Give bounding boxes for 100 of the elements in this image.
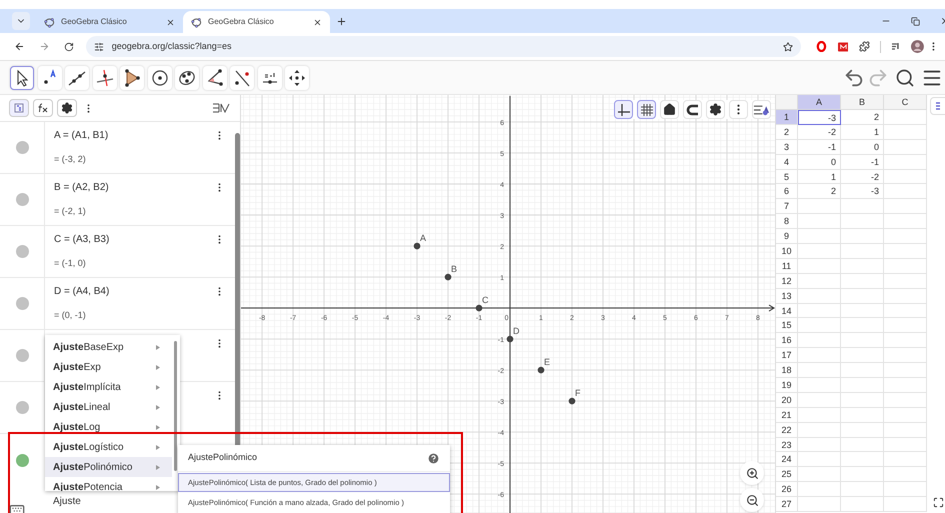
- url-text: geogebra.org/classic?lang=es: [112, 40, 233, 53]
- search-icon[interactable]: [895, 68, 915, 88]
- table-cell: [884, 467, 927, 482]
- row-header[interactable]: 17: [776, 348, 798, 364]
- zoom-out-button[interactable]: [740, 488, 764, 512]
- function-button[interactable]: [33, 99, 53, 117]
- zoom-out-icon: [746, 494, 758, 506]
- row-header[interactable]: 12: [776, 274, 798, 289]
- row-header[interactable]: 27: [776, 497, 798, 512]
- tool-button[interactable]: [10, 66, 34, 90]
- back-icon[interactable]: [14, 41, 25, 52]
- tool-button[interactable]: [92, 66, 116, 90]
- tab-title: GeoGebra Clásico: [61, 16, 128, 28]
- help-icon[interactable]: [427, 452, 440, 464]
- tool-button[interactable]: [230, 66, 254, 90]
- row-header[interactable]: 23: [776, 438, 798, 452]
- row-header[interactable]: 8: [776, 214, 798, 230]
- row-header[interactable]: 11: [776, 258, 798, 274]
- point-label: A: [420, 233, 426, 244]
- row-header[interactable]: 14: [776, 304, 798, 318]
- extensions-icon[interactable]: [859, 41, 870, 52]
- table-cell: [798, 363, 841, 378]
- site-settings-icon[interactable]: [94, 42, 104, 52]
- column-header[interactable]: A: [798, 95, 841, 110]
- suggestion-text: AjusteLogístico: [53, 440, 125, 454]
- suggestion-item[interactable]: AjusteLog: [45, 417, 172, 437]
- tool-button[interactable]: [258, 66, 282, 90]
- forward-icon[interactable]: [38, 41, 50, 52]
- row-header[interactable]: 1: [776, 110, 798, 125]
- table-cell: 1: [841, 124, 884, 140]
- media-icon[interactable]: [891, 42, 902, 51]
- browser-tab[interactable]: GeoGebra Clásico: [36, 11, 183, 33]
- suggestion-item[interactable]: AjustePolinómico: [45, 457, 172, 477]
- style-bar-button[interactable]: [614, 100, 633, 119]
- o-logo-icon[interactable]: [816, 41, 827, 52]
- table-cell: -3: [798, 110, 841, 125]
- style-bar-button[interactable]: [637, 100, 656, 119]
- sort-icon[interactable]: [212, 102, 230, 114]
- row-header[interactable]: 25: [776, 467, 798, 482]
- table-cell: [884, 274, 927, 289]
- suggestion-item[interactable]: AjusteLogístico: [45, 437, 172, 457]
- table-cell: [798, 348, 841, 364]
- row-header[interactable]: 16: [776, 333, 798, 348]
- browser-tab[interactable]: GeoGebra Clásico: [183, 11, 330, 33]
- tool-button[interactable]: [38, 66, 62, 90]
- restore-icon[interactable]: [911, 17, 920, 26]
- row-header[interactable]: 22: [776, 422, 798, 438]
- row-header[interactable]: 20: [776, 392, 798, 408]
- row-header[interactable]: 5: [776, 170, 798, 184]
- row-header[interactable]: 6: [776, 184, 798, 200]
- table-cell: [841, 304, 884, 318]
- tree-icon: [14, 103, 24, 113]
- row-header[interactable]: 21: [776, 408, 798, 423]
- entry-value: = (-3, 2): [54, 153, 87, 166]
- row-header[interactable]: 7: [776, 199, 798, 214]
- settings-button[interactable]: [57, 99, 77, 117]
- new-tab-icon[interactable]: [336, 16, 347, 27]
- close-tab-icon[interactable]: [166, 18, 175, 26]
- address-bar[interactable]: geogebra.org/classic?lang=es: [86, 36, 801, 57]
- table-cell: [841, 422, 884, 438]
- tool-button[interactable]: [175, 66, 199, 90]
- row-header[interactable]: 9: [776, 229, 798, 244]
- table-cell: [841, 408, 884, 423]
- row-header[interactable]: 26: [776, 482, 798, 498]
- suggestion-item[interactable]: AjusteBaseExp: [45, 337, 172, 357]
- row-header[interactable]: 18: [776, 363, 798, 378]
- tool-button[interactable]: [202, 66, 226, 90]
- column-header[interactable]: C: [884, 95, 927, 110]
- row-header[interactable]: 15: [776, 318, 798, 334]
- tool-button[interactable]: [65, 66, 89, 90]
- row-header[interactable]: 13: [776, 288, 798, 304]
- tool-button[interactable]: [148, 66, 172, 90]
- row-header[interactable]: 3: [776, 140, 798, 155]
- tool-button[interactable]: [120, 66, 144, 90]
- suggestion-text: AjusteLineal: [53, 400, 112, 414]
- close-tab-icon[interactable]: [313, 18, 322, 26]
- avatar-icon[interactable]: [911, 40, 924, 53]
- table-cell: [884, 452, 927, 468]
- tool-button[interactable]: [285, 66, 309, 90]
- suggestion-item[interactable]: AjusteLineal: [45, 397, 172, 417]
- extension-icon[interactable]: [838, 42, 848, 52]
- row-header[interactable]: 4: [776, 154, 798, 170]
- reload-icon[interactable]: [64, 42, 74, 52]
- row-header[interactable]: 10: [776, 244, 798, 259]
- suggestion-item[interactable]: AjusteImplícita: [45, 377, 172, 397]
- suggestion-item[interactable]: AjusteExp: [45, 357, 172, 377]
- circle-icon: [150, 68, 170, 88]
- row-header[interactable]: 2: [776, 124, 798, 140]
- undo-icon[interactable]: [843, 66, 865, 88]
- suggestion-text: AjusteLog: [53, 420, 102, 434]
- suggestion-text: AjustePolinómico: [53, 460, 134, 474]
- row-header[interactable]: 19: [776, 378, 798, 393]
- row-header[interactable]: 24: [776, 452, 798, 468]
- column-header[interactable]: B: [841, 95, 884, 110]
- suggestion-text: AjusteImplícita: [53, 380, 122, 394]
- zoom-in-button[interactable]: [740, 461, 764, 485]
- corner-cell[interactable]: [776, 95, 798, 110]
- move-arrows-icon: [287, 68, 307, 88]
- menu-scrollbar[interactable]: [174, 341, 177, 471]
- bookmark-star-icon[interactable]: [782, 42, 793, 52]
